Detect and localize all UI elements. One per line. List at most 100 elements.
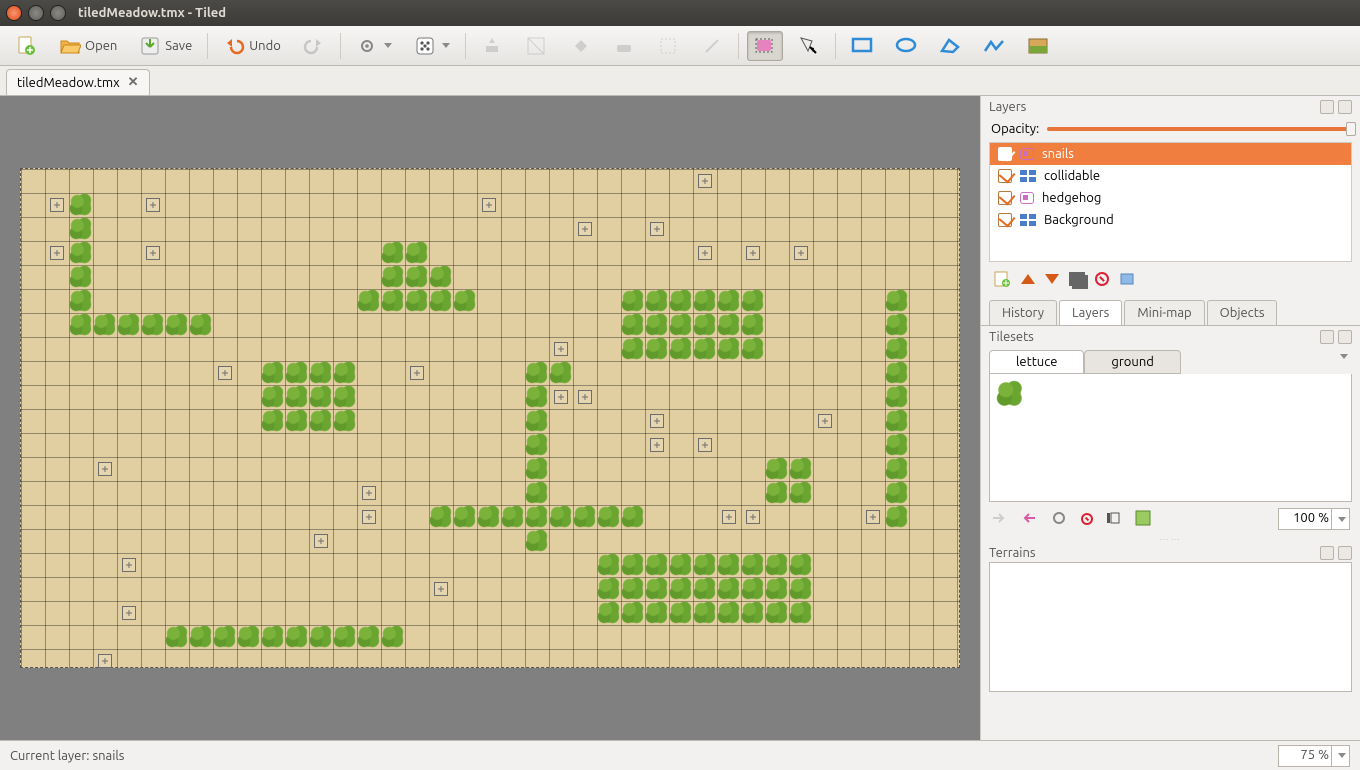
bush-tile[interactable] [885, 481, 909, 505]
undo-button[interactable]: Undo [216, 31, 288, 61]
rect-select-button[interactable] [650, 31, 686, 61]
bush-tile[interactable] [573, 505, 597, 529]
bush-tile[interactable] [309, 625, 333, 649]
bush-tile[interactable] [885, 505, 909, 529]
bush-tile[interactable] [525, 385, 549, 409]
bush-tile[interactable] [261, 385, 285, 409]
map-object[interactable] [650, 438, 664, 452]
slider-thumb[interactable] [1346, 122, 1356, 136]
map-object[interactable] [554, 390, 568, 404]
window-minimize-button[interactable] [28, 5, 44, 21]
bush-tile[interactable] [309, 385, 333, 409]
insert-tile-object-button[interactable] [1020, 31, 1056, 61]
bush-tile[interactable] [213, 625, 237, 649]
bush-tile[interactable] [549, 361, 573, 385]
new-layer-button[interactable] [993, 270, 1011, 288]
map-object[interactable] [482, 198, 496, 212]
bush-tile[interactable] [645, 313, 669, 337]
tileset-zoom-input[interactable]: 100 % [1278, 508, 1350, 530]
insert-polyline-button[interactable] [976, 31, 1012, 61]
bush-tile[interactable] [525, 457, 549, 481]
edit-polygons-button[interactable] [791, 31, 827, 61]
document-tab[interactable]: tiledMeadow.tmx ✕ [6, 69, 150, 95]
bush-tile[interactable] [717, 577, 741, 601]
bush-tile[interactable] [669, 289, 693, 313]
bush-tile[interactable] [405, 289, 429, 313]
bush-tile[interactable] [885, 433, 909, 457]
bush-tile[interactable] [309, 361, 333, 385]
bush-tile[interactable] [885, 361, 909, 385]
bush-tile[interactable] [885, 457, 909, 481]
bush-tile[interactable] [69, 217, 93, 241]
command-menu-button[interactable] [349, 31, 399, 61]
layer-row-Background[interactable]: Background [990, 209, 1351, 231]
insert-polygon-button[interactable] [932, 31, 968, 61]
bush-tile[interactable] [645, 553, 669, 577]
tab-layers[interactable]: Layers [1059, 300, 1122, 326]
map-grid[interactable] [20, 168, 960, 668]
layer-visible-checkbox[interactable] [998, 169, 1012, 183]
bush-tile[interactable] [525, 409, 549, 433]
bush-tile[interactable] [717, 601, 741, 625]
bush-tile[interactable] [405, 241, 429, 265]
bush-tile[interactable] [885, 289, 909, 313]
bush-tile[interactable] [429, 265, 453, 289]
map-object[interactable] [50, 246, 64, 260]
bush-tile[interactable] [621, 553, 645, 577]
map-object[interactable] [122, 558, 136, 572]
bush-tile[interactable] [765, 553, 789, 577]
bush-tile[interactable] [525, 361, 549, 385]
move-layer-down-button[interactable] [1045, 274, 1059, 284]
bush-tile[interactable] [789, 577, 813, 601]
tab-minimap[interactable]: Mini-map [1124, 300, 1204, 326]
map-object[interactable] [650, 222, 664, 236]
layer-visible-checkbox[interactable] [998, 191, 1012, 205]
bush-tile[interactable] [333, 361, 357, 385]
map-object[interactable] [362, 510, 376, 524]
export-tileset-button[interactable] [991, 510, 1009, 528]
bush-tile[interactable] [477, 505, 501, 529]
bush-tile[interactable] [237, 625, 261, 649]
bush-tile[interactable] [741, 337, 765, 361]
open-button[interactable]: Open [52, 31, 124, 61]
tileset-view[interactable] [989, 374, 1352, 502]
bush-tile[interactable] [69, 193, 93, 217]
canvas-zoom-input[interactable]: 75 % [1278, 745, 1350, 767]
bush-tile[interactable] [885, 385, 909, 409]
bush-tile[interactable] [69, 265, 93, 289]
bush-tile[interactable] [741, 553, 765, 577]
map-object[interactable] [746, 510, 760, 524]
bush-tile[interactable] [717, 313, 741, 337]
panel-undock-button[interactable] [1320, 100, 1334, 114]
bush-tile[interactable] [885, 313, 909, 337]
window-maximize-button[interactable] [50, 5, 66, 21]
other-layers-button[interactable] [1119, 270, 1137, 288]
bush-tile[interactable] [597, 553, 621, 577]
delete-tileset-button[interactable] [1081, 513, 1093, 525]
bush-tile[interactable] [621, 577, 645, 601]
bucket-fill-button[interactable] [562, 31, 598, 61]
insert-ellipse-button[interactable] [888, 31, 924, 61]
tileset-menu-chevron-icon[interactable] [1340, 354, 1348, 359]
import-tileset-button[interactable] [1021, 510, 1039, 528]
tileset-tab-ground[interactable]: ground [1084, 350, 1180, 374]
opacity-slider[interactable] [1047, 127, 1350, 131]
bush-tile[interactable] [693, 553, 717, 577]
bush-tile[interactable] [717, 289, 741, 313]
layer-row-hedgehog[interactable]: hedgehog [990, 187, 1351, 209]
close-tab-icon[interactable]: ✕ [128, 75, 139, 90]
map-object[interactable] [98, 654, 112, 668]
bush-tile[interactable] [765, 481, 789, 505]
bush-tile[interactable] [621, 505, 645, 529]
bush-tile[interactable] [285, 409, 309, 433]
bush-tile[interactable] [669, 337, 693, 361]
layer-visible-checkbox[interactable] [998, 213, 1012, 227]
bush-tile[interactable] [285, 625, 309, 649]
bush-tile[interactable] [597, 601, 621, 625]
bush-tile[interactable] [405, 265, 429, 289]
random-mode-button[interactable] [407, 31, 457, 61]
bush-tile[interactable] [261, 409, 285, 433]
tile-lettuce-sample[interactable] [996, 380, 1024, 408]
tileset-tab-lettuce[interactable]: lettuce [989, 350, 1084, 374]
panel-undock-button[interactable] [1320, 546, 1334, 560]
